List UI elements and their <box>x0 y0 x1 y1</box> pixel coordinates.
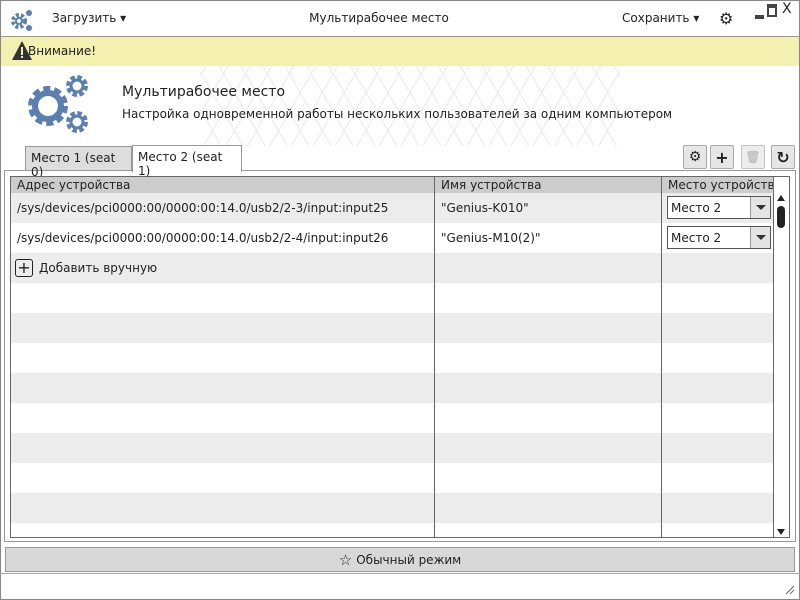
star-icon: ☆ <box>338 550 353 569</box>
column-header-seat[interactable]: Место устройства <box>662 177 774 193</box>
device-name: "Genius-K010" <box>441 201 529 215</box>
resize-grip-icon[interactable] <box>783 583 795 595</box>
page-subtitle: Настройка одновременной работы нескольки… <box>122 107 673 121</box>
add-manually-label: Добавить вручную <box>39 261 158 275</box>
status-bar-divider <box>0 573 800 574</box>
chevron-down-icon: ▾ <box>693 11 700 25</box>
table-row[interactable]: /sys/devices/pci0000:00/0000:00:14.0/usb… <box>11 223 773 253</box>
device-name: "Genius-M10(2)" <box>441 231 541 245</box>
maximize-button[interactable] <box>767 4 777 17</box>
tab-seat-1[interactable]: Место 1 (seat 0) <box>25 146 132 179</box>
normal-mode-label: Обычный режим <box>356 552 462 567</box>
settings-gear-icon[interactable]: ⚙ <box>719 9 733 28</box>
scrollbar-thumb[interactable] <box>777 206 785 228</box>
hex-background-pattern <box>200 66 620 146</box>
scroll-up-arrow[interactable] <box>777 195 785 201</box>
page-title: Мультирабочее место <box>122 84 286 100</box>
add-manually-button[interactable]: + Добавить вручную <box>15 259 157 277</box>
add-seat-button[interactable]: + <box>710 145 734 169</box>
column-header-name[interactable]: Имя устройства <box>435 177 662 193</box>
column-divider <box>661 177 662 537</box>
normal-mode-button[interactable]: ☆ Обычный режим <box>5 547 795 572</box>
plus-box-icon: + <box>15 259 33 277</box>
trash-icon: 🗑 <box>745 150 761 164</box>
close-button[interactable]: X <box>782 1 792 17</box>
save-label: Сохранить <box>622 11 690 25</box>
delete-seat-button[interactable]: 🗑 <box>741 145 765 169</box>
chevron-down-icon <box>750 227 770 248</box>
seat-select[interactable]: Место 2 <box>667 226 771 249</box>
header-gears-icon <box>28 75 88 133</box>
table-row[interactable]: /sys/devices/pci0000:00/0000:00:14.0/usb… <box>11 193 773 223</box>
seat-select[interactable]: Место 2 <box>667 196 771 219</box>
scroll-down-arrow[interactable] <box>777 529 785 535</box>
device-table: Адрес устройства Имя устройства Место ус… <box>10 176 790 538</box>
seat-select-value: Место 2 <box>671 201 722 215</box>
tab-seat-2[interactable]: Место 2 (seat 1) <box>132 145 242 178</box>
chevron-down-icon <box>750 197 770 218</box>
refresh-icon: ↻ <box>776 147 790 167</box>
gear-icon: ⚙ <box>688 149 702 165</box>
seat-settings-button[interactable]: ⚙ <box>683 145 707 169</box>
vertical-scrollbar[interactable] <box>773 193 789 537</box>
save-menu-button[interactable]: Сохранить ▾ <box>622 11 699 25</box>
plus-icon: + <box>715 147 729 167</box>
title-bar: Загрузить ▾ Мультирабочее место Сохранит… <box>1 1 799 37</box>
device-address: /sys/devices/pci0000:00/0000:00:14.0/usb… <box>17 201 389 215</box>
column-divider <box>434 177 435 537</box>
refresh-button[interactable]: ↻ <box>771 145 795 169</box>
warning-bar: Внимание! <box>1 37 799 66</box>
device-address: /sys/devices/pci0000:00/0000:00:14.0/usb… <box>17 231 389 245</box>
minimize-button[interactable] <box>755 15 764 19</box>
warning-text: Внимание! <box>28 44 97 58</box>
column-header-address[interactable]: Адрес устройства <box>11 177 435 193</box>
seat-select-value: Место 2 <box>671 231 722 245</box>
